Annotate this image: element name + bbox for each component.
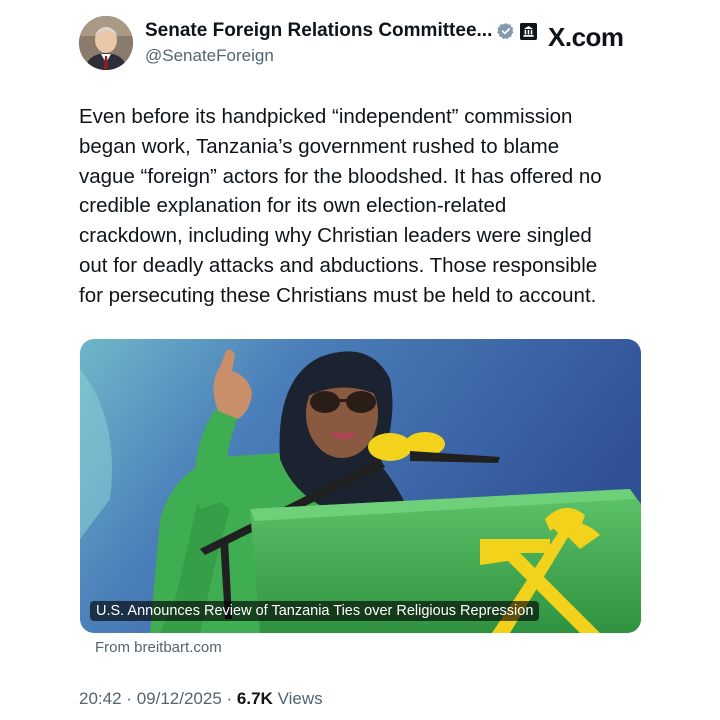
display-name[interactable]: Senate Foreign Relations Committee... [145,20,492,42]
government-building-icon [520,22,538,40]
avatar[interactable] [79,16,133,70]
views-count: 6.7K [236,689,273,708]
link-card-source[interactable]: From breitbart.com [95,639,222,656]
tweet-time[interactable]: 20:42 [79,689,122,708]
tweet-text: Even before its handpicked “independent”… [79,105,602,307]
account-handle[interactable]: @SenateForeign [145,46,274,66]
link-card[interactable]: U.S. Announces Review of Tanzania Ties o… [80,339,641,633]
link-card-title[interactable]: U.S. Announces Review of Tanzania Ties o… [90,601,540,621]
avatar-photo [79,16,133,70]
meta-separator: · [126,689,132,708]
meta-separator: · [226,689,233,708]
account-name-line: Senate Foreign Relations Committee... [145,20,538,42]
woman-speaking-at-podium-photo [80,339,641,633]
views-label: Views [277,689,323,708]
tweet-date[interactable]: 09/12/2025 [137,689,222,708]
site-label: X.com [548,22,624,52]
verified-badge-icon [497,22,515,40]
tweet-meta: 20:42 · 09/12/2025 · 6.7K Views [79,689,323,709]
